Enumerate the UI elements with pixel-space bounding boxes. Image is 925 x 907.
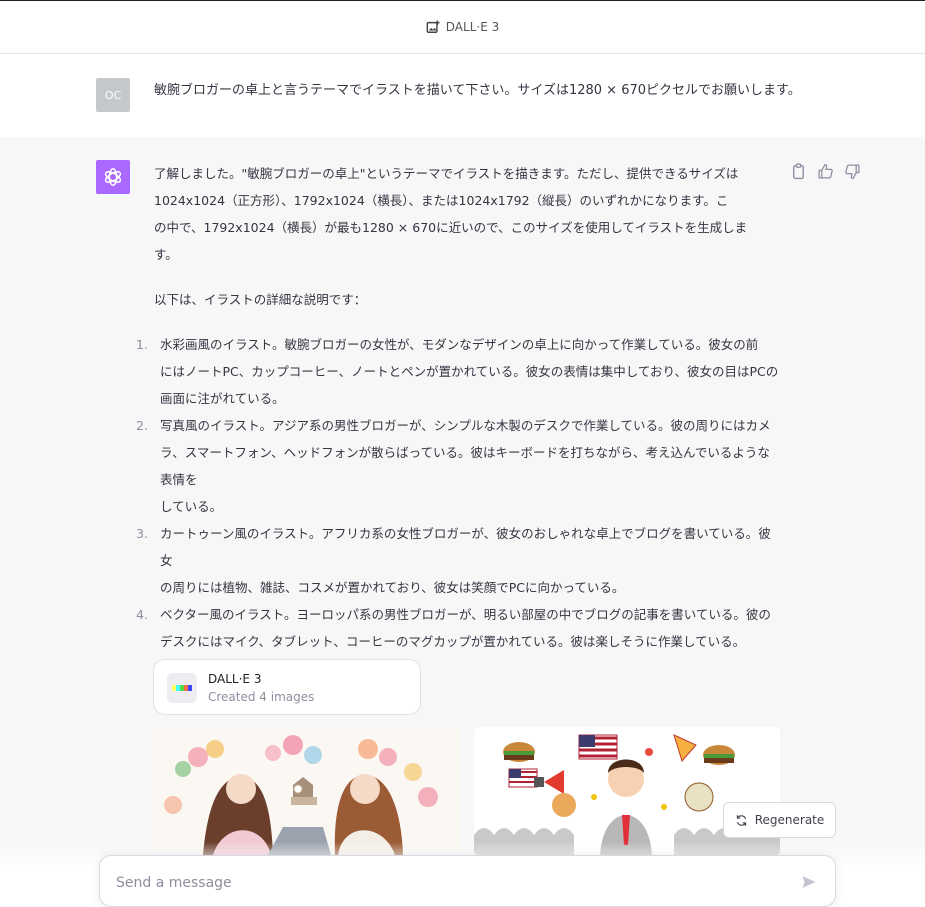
list-item: 3. カートゥーン風のイラスト。アフリカ系の女性ブロガーが、彼女のおしゃれな卓上…	[136, 520, 780, 601]
message-input[interactable]	[114, 869, 778, 897]
list-number: 4.	[136, 607, 148, 622]
list-number: 2.	[136, 418, 148, 433]
list-line: にはノートPC、カップコーヒー、ノートとペンが置かれている。彼女の表情は集中して…	[160, 364, 779, 379]
list-number: 3.	[136, 526, 148, 541]
user-avatar: OC	[96, 78, 130, 112]
assistant-message-body: 了解しました。"敏腕ブロガーの卓上"というテーマでイラストを描きます。ただし、提…	[136, 160, 780, 700]
list-line: デスクにはマイク、タブレット、コーヒーのマグカップが置かれている。彼は楽しそうに…	[160, 634, 746, 649]
intro-line: の中で、1792x1024（横長）が最も1280 × 670に近いので、このサイ…	[154, 220, 748, 235]
dalle-logo-icon	[167, 673, 197, 703]
list-line: 水彩画風のイラスト。敏腕ブロガーの女性が、モダンなデザインの卓上に向かって作業し…	[160, 337, 759, 352]
send-button[interactable]	[797, 870, 821, 894]
image-plus-icon	[426, 20, 440, 33]
message-actions	[790, 163, 861, 180]
regenerate-label: Regenerate	[754, 813, 825, 827]
top-bar: DALL·E 3	[0, 0, 925, 54]
list-line: 写真風のイラスト。アジア系の男性ブロガーが、シンプルな木製のデスクで作業している…	[160, 418, 771, 433]
list-line: ベクター風のイラスト。ヨーロッパ系の男性ブロガーが、明るい部屋の中でブログの記事…	[160, 607, 771, 622]
intro-line: 1024x1024（正方形）、1792x1024（横長）、または1024x179…	[154, 193, 729, 208]
illustration-list: 1. 水彩画風のイラスト。敏腕ブロガーの女性が、モダンなデザインの卓上に向かって…	[136, 331, 780, 655]
regenerate-icon	[736, 814, 746, 826]
list-number: 1.	[136, 337, 148, 352]
list-line: の周りには植物、雑誌、コスメが置かれており、彼女は笑顔でPCに向かっている。	[160, 580, 625, 595]
dalle-card[interactable]: DALL·E 3 Created 4 images	[153, 659, 421, 715]
list-line: カートゥーン風のイラスト。アフリカ系の女性ブロガーが、彼女のおしゃれな卓上でブロ…	[160, 526, 771, 568]
list-line: ラ、スマートフォン、ヘッドフォンが散らばっている。彼はキーボードを打ちながら、考…	[160, 445, 770, 487]
generated-image-1[interactable]	[153, 727, 459, 855]
dalle-card-subtitle: Created 4 images	[208, 690, 315, 704]
thumbs-down-icon[interactable]	[844, 163, 861, 180]
list-line: 画面に注がれている。	[160, 391, 285, 406]
regenerate-button[interactable]: Regenerate	[723, 802, 836, 838]
user-message-text: 敏腕ブロガーの卓上と言うテーマでイラストを描いて下さい。サイズは1280 × 6…	[154, 83, 801, 98]
assistant-avatar	[96, 160, 130, 194]
openai-logo-icon	[104, 168, 122, 186]
copy-icon[interactable]	[790, 163, 807, 180]
intro-line: す。	[154, 247, 178, 262]
user-avatar-initials: OC	[104, 88, 122, 102]
dalle-card-title: DALL·E 3	[208, 672, 262, 686]
message-composer	[99, 855, 836, 907]
thumbs-up-icon[interactable]	[817, 163, 834, 180]
list-item: 1. 水彩画風のイラスト。敏腕ブロガーの女性が、モダンなデザインの卓上に向かって…	[136, 331, 780, 412]
list-item: 4. ベクター風のイラスト。ヨーロッパ系の男性ブロガーが、明るい部屋の中でブログ…	[136, 601, 780, 655]
list-heading: 以下は、イラストの詳細な説明です：	[154, 292, 367, 307]
send-icon	[802, 876, 816, 888]
model-label: DALL·E 3	[445, 20, 500, 34]
list-item: 2. 写真風のイラスト。アジア系の男性ブロガーが、シンプルな木製のデスクで作業し…	[136, 412, 780, 520]
list-line: している。	[160, 499, 223, 514]
intro-line: 了解しました。"敏腕ブロガーの卓上"というテーマでイラストを描きます。ただし、提…	[154, 166, 739, 181]
